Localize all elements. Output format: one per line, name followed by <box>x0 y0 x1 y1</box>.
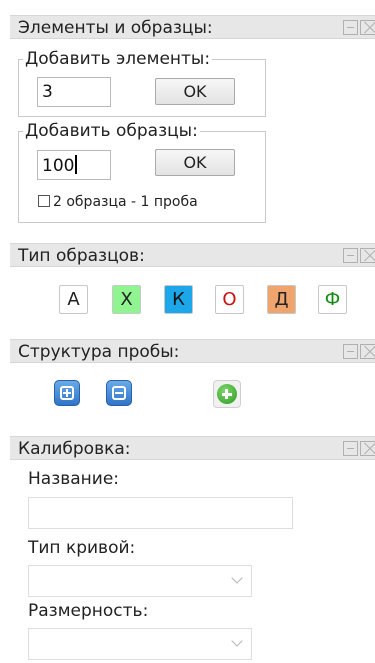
panel-controls <box>343 248 375 264</box>
sample-type-label: К <box>172 289 185 310</box>
panel-controls <box>343 441 375 457</box>
close-icon[interactable] <box>360 20 375 35</box>
add-elements-ok-button[interactable]: OK <box>155 78 235 105</box>
add-icon[interactable] <box>213 380 241 408</box>
sample-type-label: Ф <box>324 289 341 310</box>
sample-type-label: О <box>222 289 237 310</box>
close-icon[interactable] <box>360 344 375 359</box>
close-icon[interactable] <box>360 248 375 263</box>
sample-type-button[interactable]: Д <box>267 285 296 314</box>
probe-structure-panel-title: Структура пробы: <box>18 342 180 362</box>
curve-type-select[interactable] <box>28 565 252 597</box>
sample-type-button[interactable]: Х <box>112 285 141 314</box>
panel-controls <box>343 20 375 36</box>
sample-type-panel-title: Тип образцов: <box>18 246 145 266</box>
text-cursor <box>75 155 78 174</box>
samples-count-input[interactable]: 100 <box>37 150 111 180</box>
panel-controls <box>343 344 375 360</box>
calibration-panel-header[interactable]: Калибровка: <box>10 436 375 460</box>
minimize-icon[interactable] <box>343 344 358 359</box>
add-samples-legend: Добавить образцы: <box>23 121 200 141</box>
sample-type-panel-header[interactable]: Тип образцов: <box>10 243 375 267</box>
probe-structure-panel-header[interactable]: Структура пробы: <box>10 339 375 363</box>
minimize-icon[interactable] <box>343 20 358 35</box>
samples-count-value: 100 <box>42 156 75 176</box>
dimension-select[interactable] <box>28 628 252 660</box>
elements-count-input[interactable]: 3 <box>37 77 111 107</box>
dimension-label: Размерность: <box>28 601 149 621</box>
sample-type-button[interactable]: О <box>215 285 244 314</box>
sample-type-label: Х <box>120 289 133 310</box>
elements-panel-header[interactable]: Элементы и образцы: <box>10 15 375 39</box>
collapse-icon[interactable] <box>106 380 132 406</box>
sample-type-button[interactable]: Ф <box>318 285 347 314</box>
sample-setup-sidebar: Элементы и образцы: Добавить элементы: 3… <box>0 0 375 663</box>
calibration-name-input[interactable] <box>28 497 293 529</box>
pair-samples-option[interactable]: 2 образца - 1 проба <box>38 194 198 210</box>
add-samples-ok-button[interactable]: OK <box>155 149 235 176</box>
sample-type-button[interactable]: К <box>164 285 193 314</box>
calibration-panel-title: Калибровка: <box>18 439 131 459</box>
pair-samples-checkbox[interactable] <box>38 195 50 207</box>
expand-icon[interactable] <box>54 380 80 406</box>
sample-type-label: Д <box>274 289 289 310</box>
sample-type-label: А <box>67 289 80 310</box>
close-icon[interactable] <box>360 441 375 456</box>
chevron-down-icon <box>231 572 243 584</box>
minimize-icon[interactable] <box>343 441 358 456</box>
pair-samples-label: 2 образца - 1 проба <box>53 194 198 210</box>
minimize-icon[interactable] <box>343 248 358 263</box>
sample-type-button[interactable]: А <box>59 285 88 314</box>
elements-panel-title: Элементы и образцы: <box>18 18 213 38</box>
add-elements-legend: Добавить элементы: <box>23 49 213 69</box>
calibration-name-label: Название: <box>28 469 120 489</box>
curve-type-label: Тип кривой: <box>28 538 136 558</box>
chevron-down-icon <box>231 635 243 647</box>
